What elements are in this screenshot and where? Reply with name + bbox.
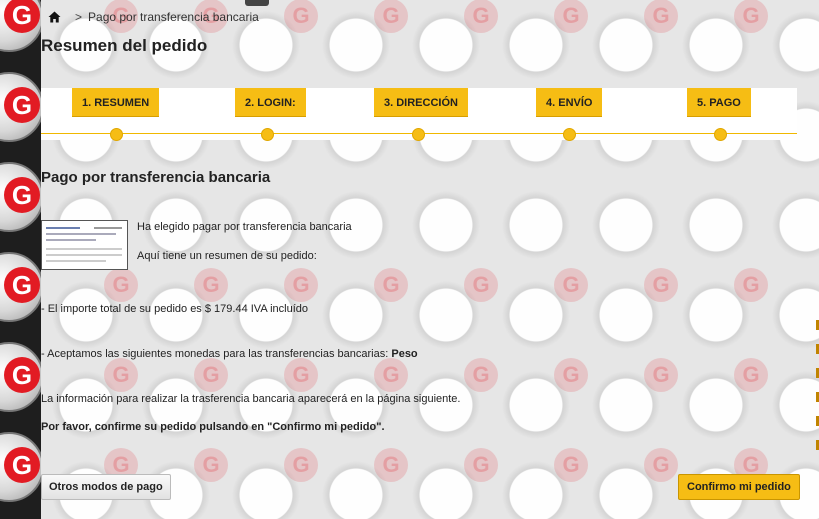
step-dot xyxy=(261,128,274,141)
step-dot xyxy=(110,128,123,141)
transfer-info-text: La información para realizar la trasfere… xyxy=(41,393,461,405)
checkout-steps: 1. RESUMEN 2. LOGIN: 3. DIRECCIÓN 4. ENV… xyxy=(41,88,797,141)
brand-logo-icon: G xyxy=(0,342,41,412)
side-strip: G G G G G G xyxy=(0,0,41,519)
step-dot xyxy=(412,128,425,141)
brand-logo-icon: G xyxy=(0,252,41,322)
step-label: 5. PAGO xyxy=(687,88,751,117)
step-direccion[interactable]: 3. DIRECCIÓN xyxy=(374,88,468,117)
payment-chosen-text: Ha elegido pagar por transferencia banca… xyxy=(137,221,352,233)
step-resumen[interactable]: 1. RESUMEN xyxy=(72,88,160,117)
page-title: Resumen del pedido xyxy=(41,36,208,55)
brand-logo-icon: G xyxy=(0,0,41,52)
brand-logo-icon: G xyxy=(0,432,41,502)
step-dot xyxy=(563,128,576,141)
step-dot xyxy=(714,128,727,141)
section-title: Pago por transferencia bancaria xyxy=(41,169,271,186)
other-payment-methods-button[interactable]: Otros modos de pago xyxy=(41,474,171,500)
step-login[interactable]: 2. LOGIN: xyxy=(235,88,306,117)
home-icon[interactable] xyxy=(48,11,61,23)
confirm-order-button[interactable]: Confirmo mi pedido xyxy=(678,474,800,500)
step-label: 1. RESUMEN xyxy=(72,88,160,117)
breadcrumb-separator: > xyxy=(75,10,83,24)
step-pago[interactable]: 5. PAGO xyxy=(687,88,751,117)
currency-value: Peso xyxy=(391,348,418,360)
step-label: 3. DIRECCIÓN xyxy=(374,88,468,117)
step-label: 4. ENVÍO xyxy=(536,88,603,117)
step-envio[interactable]: 4. ENVÍO xyxy=(536,88,603,117)
currencies-prefix: - Aceptamos las siguientes monedas para … xyxy=(41,348,389,360)
brand-logo-icon: G xyxy=(0,162,41,232)
order-total-text: - El importe total de su pedido es $ 179… xyxy=(41,303,309,315)
main-content: > Pago por transferencia bancaria Resume… xyxy=(41,0,819,519)
step-label: 2. LOGIN: xyxy=(235,88,306,117)
breadcrumb: > Pago por transferencia bancaria xyxy=(48,10,259,24)
order-summary-text: Aquí tiene un resumen de su pedido: xyxy=(137,250,317,262)
currencies-text: - Aceptamos las siguientes monedas para … xyxy=(41,348,418,360)
brand-logo-icon: G xyxy=(0,72,41,142)
breadcrumb-current: Pago por transferencia bancaria xyxy=(88,10,259,24)
confirm-prompt: Por favor, confirme su pedido pulsando e… xyxy=(41,421,385,433)
bank-transfer-image xyxy=(41,220,128,270)
